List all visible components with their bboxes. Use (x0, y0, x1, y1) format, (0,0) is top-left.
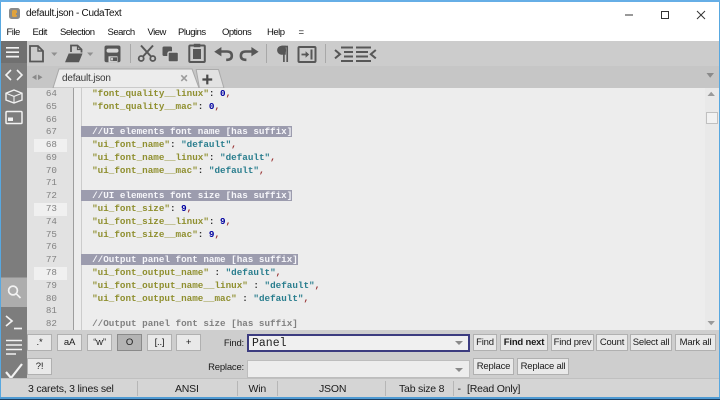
svg-text:default.json: default.json (62, 73, 111, 84)
